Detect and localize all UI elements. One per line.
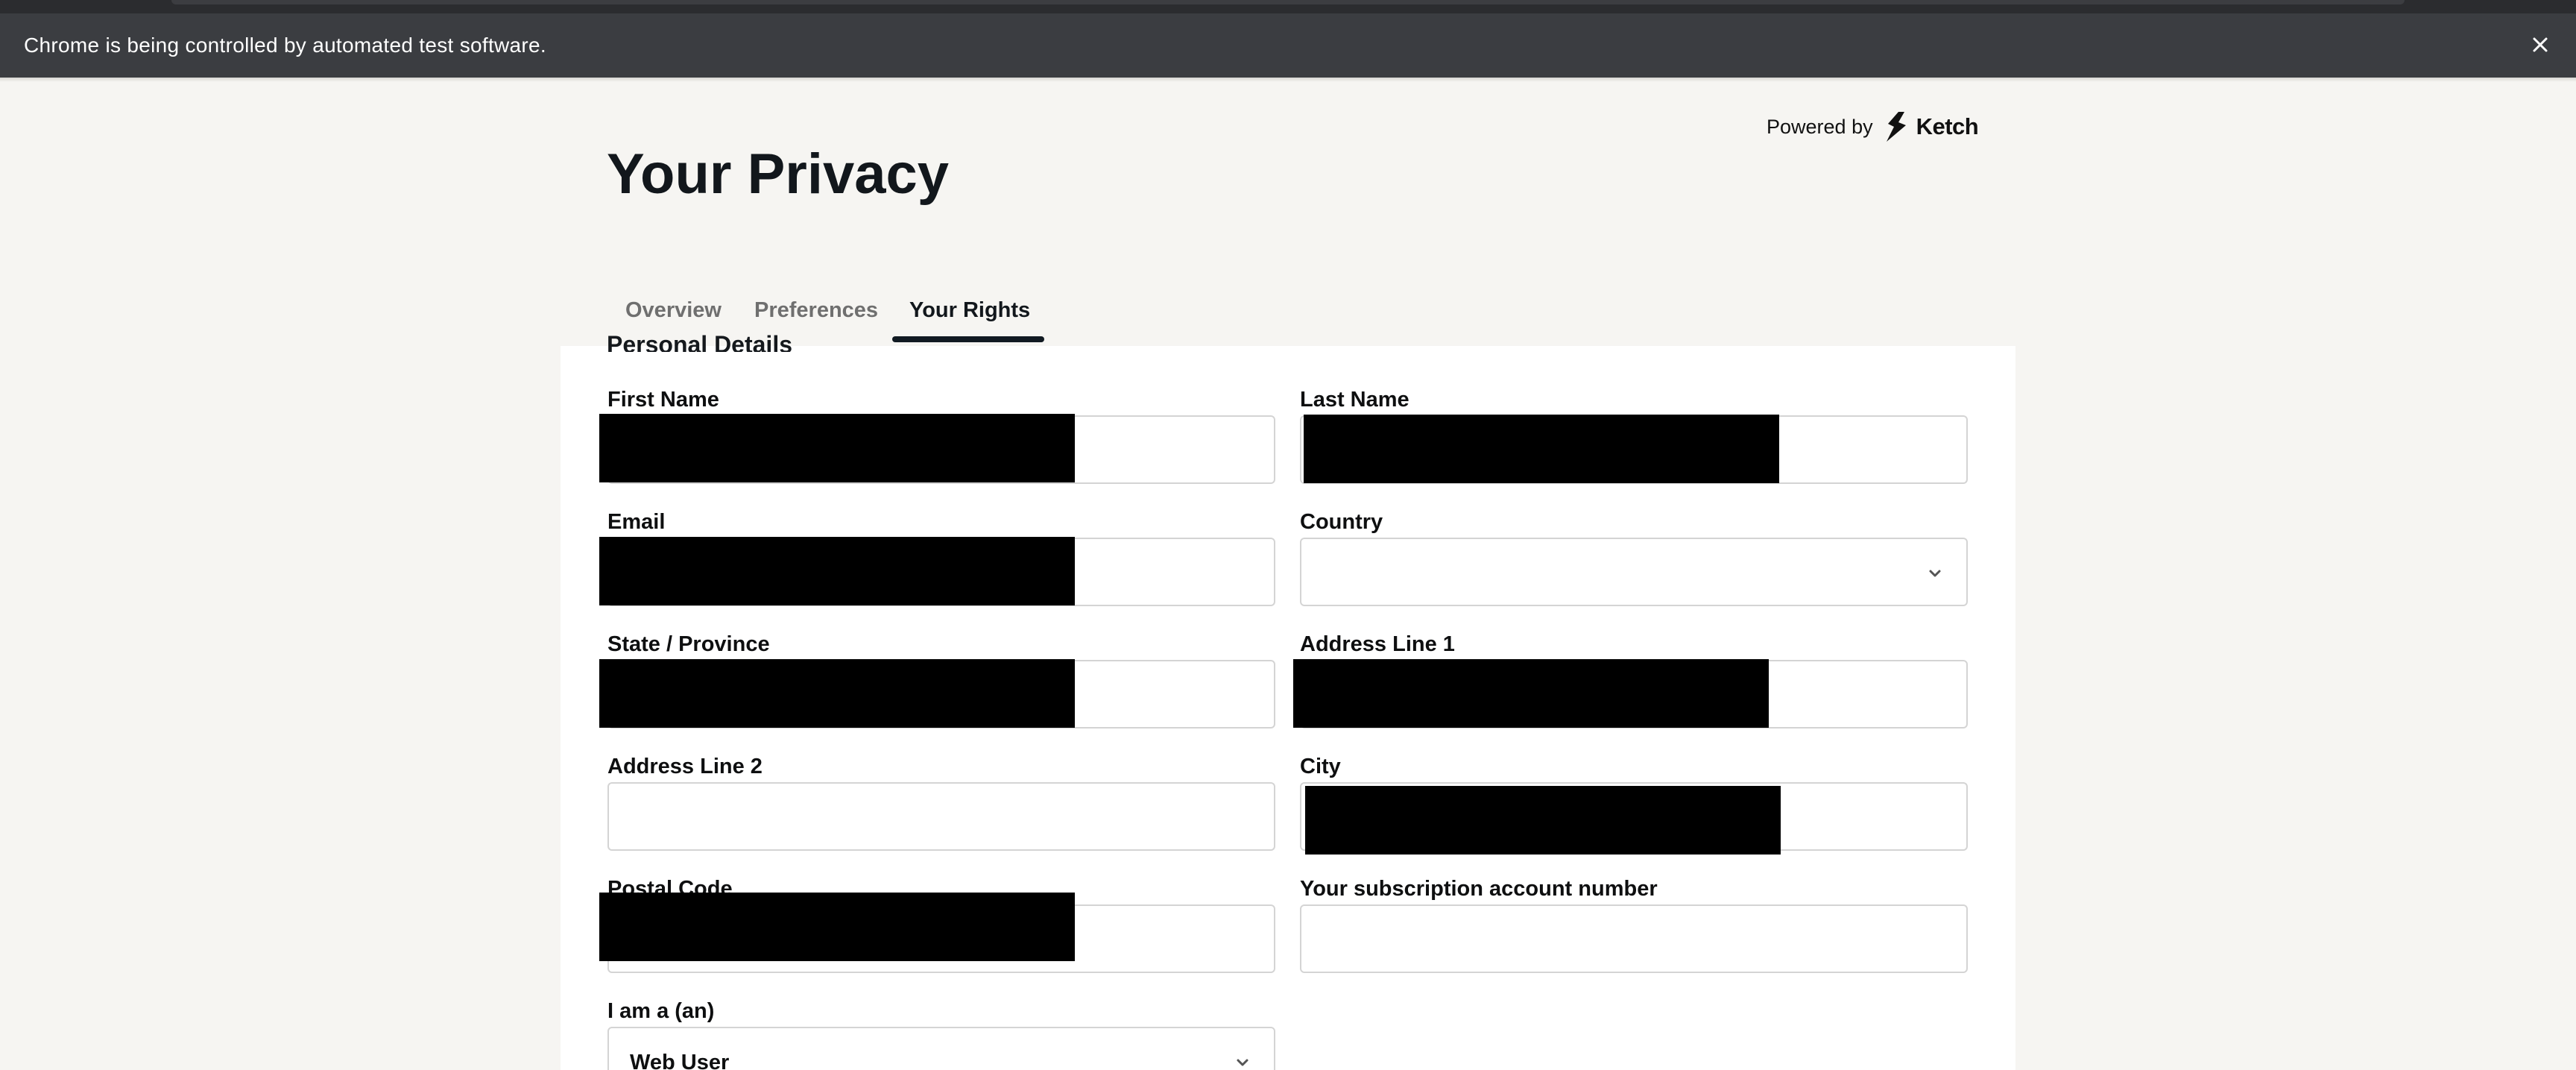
ketch-logo-icon [1886,112,1906,142]
powered-by-label: Powered by [1767,115,1873,138]
country-select[interactable] [1300,538,1968,606]
subscription-number-label: Your subscription account number [1300,877,1658,901]
redaction-box [1304,415,1779,483]
redaction-box [599,893,1075,961]
automation-infobar: Chrome is being controlled by automated … [0,13,2576,78]
first-name-label: First Name [607,388,719,412]
address-line-1-label: Address Line 1 [1300,632,1455,656]
country-label: Country [1300,510,1383,534]
tab-preferences[interactable]: Preferences [754,295,878,325]
brand-name: Ketch [1916,113,1979,139]
redaction-box [599,414,1075,482]
state-label: State / Province [607,632,770,656]
address-line-2-field[interactable] [607,782,1275,851]
close-icon [2533,37,2548,52]
close-infobar-button[interactable] [2524,28,2557,61]
section-title-text: Personal Details [607,333,792,352]
address-line-2-label: Address Line 2 [607,755,763,778]
redaction-box [1293,659,1769,728]
active-tab-indicator [892,336,1044,342]
chevron-down-icon [1237,1059,1248,1066]
city-label: City [1300,755,1341,778]
address-bar-edge [171,0,2405,4]
subscription-number-field[interactable] [1300,904,1968,973]
section-title: Personal Details [607,333,792,352]
infobar-shadow [0,78,2576,82]
tab-your-rights[interactable]: Your Rights [909,295,1030,325]
redaction-box [599,659,1075,728]
powered-by: Powered by Ketch [1767,110,1979,143]
tab-overview[interactable]: Overview [625,295,722,325]
browser-window: Chrome is being controlled by automated … [0,0,2576,1070]
last-name-label: Last Name [1300,388,1409,412]
redaction-box [599,537,1075,605]
user-type-value: Web User [630,1051,730,1070]
user-type-select[interactable]: Web User [607,1027,1275,1070]
email-label: Email [607,510,666,534]
page-title: Your Privacy [607,142,950,206]
automation-infobar-text: Chrome is being controlled by automated … [24,34,546,57]
redaction-box [1305,786,1781,855]
chevron-down-icon [1929,570,1941,577]
browser-tab-strip [0,0,2576,13]
user-type-label: I am a (an) [607,999,715,1023]
